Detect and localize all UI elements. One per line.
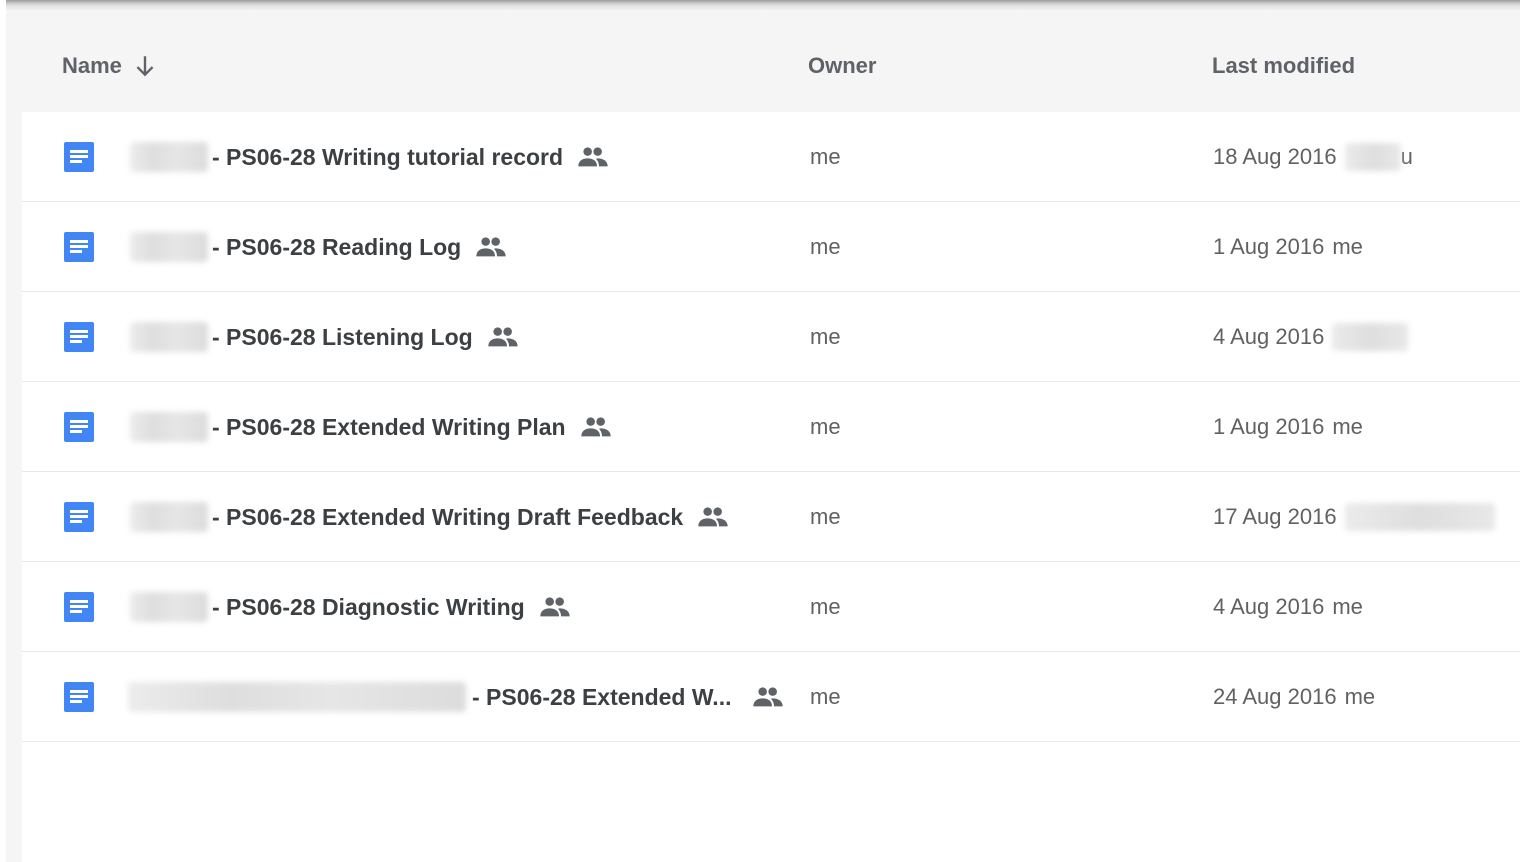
file-name[interactable]: - PS06-28 Extended W... — [472, 652, 731, 742]
redacted-modifier — [1344, 503, 1495, 531]
shared-people-icon — [577, 146, 609, 168]
modified-by: me — [1332, 594, 1363, 619]
owner-column-header[interactable]: Owner — [808, 20, 876, 112]
file-name-text: - PS06-28 Listening Log — [212, 323, 473, 350]
file-name[interactable]: - PS06-28 Writing tutorial record — [212, 112, 609, 202]
modified-date: 24 Aug 2016 — [1213, 684, 1337, 709]
shared-people-icon — [697, 506, 729, 528]
modified-by: me — [1344, 684, 1376, 709]
redacted-name-prefix — [130, 592, 208, 622]
modified-date: 1 Aug 2016 — [1213, 234, 1325, 259]
sort-arrow-down-icon[interactable] — [132, 53, 158, 79]
file-name-text: - PS06-28 Extended Writing Plan — [212, 413, 566, 440]
file-name[interactable]: - PS06-28 Listening Log — [212, 292, 519, 382]
file-name-text: - PS06-28 Reading Log — [212, 233, 462, 260]
google-docs-icon — [64, 322, 94, 352]
shared-people-icon — [475, 236, 507, 258]
file-owner: me — [810, 594, 841, 619]
shared-people-icon — [752, 686, 784, 708]
redacted-name-prefix — [130, 322, 208, 352]
redacted-modifier — [1344, 143, 1401, 171]
redacted-name-prefix — [128, 682, 466, 712]
redacted-name-prefix — [130, 232, 208, 262]
file-name-text: - PS06-28 Diagnostic Writing — [212, 593, 525, 620]
modified-date: 18 Aug 2016 — [1213, 144, 1337, 169]
modified-date: 1 Aug 2016 — [1213, 414, 1325, 439]
file-name[interactable]: - PS06-28 Diagnostic Writing — [212, 562, 571, 652]
file-name-text: - PS06-28 Writing tutorial record — [212, 143, 564, 170]
owner-column-label: Owner — [808, 53, 877, 78]
shared-people-icon — [539, 596, 571, 618]
file-last-modified: 1 Aug 2016 me — [1213, 382, 1363, 472]
modified-by: me — [1332, 414, 1363, 439]
file-row[interactable]: - PS06-28 Listening Log me 4 Aug 2016 — [22, 292, 1520, 382]
file-row[interactable]: - PS06-28 Writing tutorial record me 18 … — [22, 112, 1520, 202]
google-docs-icon — [64, 232, 94, 262]
file-last-modified: 17 Aug 2016 — [1213, 472, 1495, 562]
redacted-name-prefix — [130, 502, 208, 532]
name-column-header[interactable]: Name — [62, 20, 158, 112]
redacted-name-prefix — [130, 412, 208, 442]
column-header-row: Name Owner Last modified — [22, 20, 1520, 112]
file-row[interactable]: - PS06-28 Extended W... me 24 Aug 2016 m… — [22, 652, 1520, 742]
file-last-modified: 4 Aug 2016 — [1213, 292, 1409, 382]
google-docs-icon — [64, 682, 94, 712]
file-owner: me — [810, 504, 841, 529]
file-owner: me — [810, 234, 841, 259]
file-last-modified: 1 Aug 2016 me — [1213, 202, 1363, 292]
modified-by: u — [1400, 144, 1413, 169]
modified-date: 4 Aug 2016 — [1213, 594, 1325, 619]
file-last-modified: 24 Aug 2016 me — [1213, 652, 1375, 742]
file-name[interactable]: - PS06-28 Extended Writing Plan — [212, 382, 612, 472]
google-docs-icon — [64, 592, 94, 622]
modified-by: me — [1332, 234, 1363, 259]
google-docs-icon — [64, 412, 94, 442]
top-shadow — [0, 0, 1520, 10]
file-last-modified: 4 Aug 2016 me — [1213, 562, 1363, 652]
file-name[interactable]: - PS06-28 Extended Writing Draft Feedbac… — [212, 472, 729, 562]
name-column-label: Name — [62, 53, 122, 78]
shared-people-icon — [580, 416, 612, 438]
redacted-name-prefix — [130, 142, 208, 172]
last-modified-column-label: Last modified — [1212, 53, 1356, 78]
file-row[interactable]: - PS06-28 Extended Writing Plan me 1 Aug… — [22, 382, 1520, 472]
file-last-modified: 18 Aug 2016 u — [1213, 112, 1413, 202]
shared-people-icon — [487, 326, 519, 348]
file-owner: me — [810, 414, 841, 439]
file-name[interactable]: - PS06-28 Reading Log — [212, 202, 507, 292]
file-row[interactable]: - PS06-28 Extended Writing Draft Feedbac… — [22, 472, 1520, 562]
file-row[interactable]: - PS06-28 Diagnostic Writing me 4 Aug 20… — [22, 562, 1520, 652]
google-docs-icon — [64, 142, 94, 172]
file-name-text: - PS06-28 Extended Writing Draft Feedbac… — [212, 503, 684, 530]
google-docs-icon — [64, 502, 94, 532]
file-name-text: - PS06-28 Extended W... — [472, 683, 732, 710]
file-row[interactable]: - PS06-28 Reading Log me 1 Aug 2016 me — [22, 202, 1520, 292]
redacted-modifier — [1332, 323, 1409, 351]
modified-date: 4 Aug 2016 — [1213, 324, 1325, 349]
file-owner: me — [810, 324, 841, 349]
last-modified-column-header[interactable]: Last modified — [1212, 20, 1355, 112]
file-owner: me — [810, 144, 841, 169]
modified-date: 17 Aug 2016 — [1213, 504, 1337, 529]
file-list: - PS06-28 Writing tutorial record me 18 … — [22, 112, 1520, 862]
file-owner: me — [810, 684, 841, 709]
